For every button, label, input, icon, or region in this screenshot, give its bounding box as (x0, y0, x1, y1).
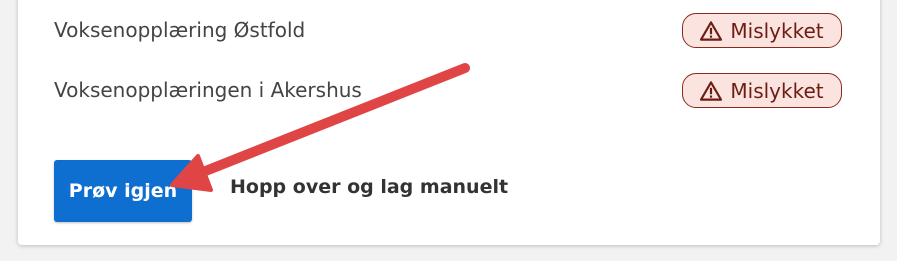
retry-button[interactable]: Prøv igjen (54, 160, 192, 222)
status-badge: Mislykket (682, 13, 842, 48)
status-badge: Mislykket (682, 73, 842, 108)
list-item: Voksenopplæringen i Akershus Mislykket (18, 70, 880, 110)
status-label: Mislykket (730, 78, 824, 103)
warning-triangle-icon (700, 80, 723, 101)
organization-name: Voksenopplæringen i Akershus (54, 78, 362, 102)
organization-name: Voksenopplæring Østfold (54, 18, 306, 42)
status-card: Voksenopplæring Østfold Mislykket Voksen… (18, 0, 880, 245)
status-label: Mislykket (730, 18, 824, 43)
warning-triangle-icon (700, 20, 723, 41)
list-item: Voksenopplæring Østfold Mislykket (18, 10, 880, 50)
skip-and-create-manually-link[interactable]: Hopp over og lag manuelt (230, 176, 508, 198)
